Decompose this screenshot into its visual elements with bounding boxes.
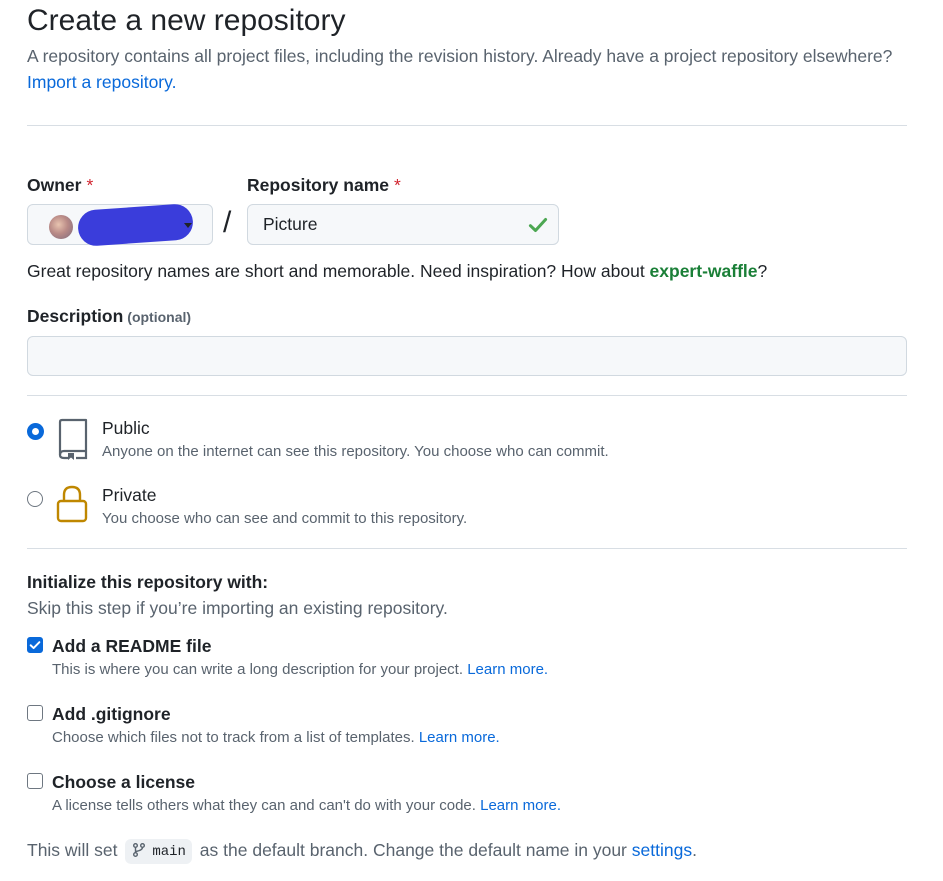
owner-select[interactable] xyxy=(27,203,213,247)
page-subtitle: A repository contains all project files,… xyxy=(27,46,893,66)
repo-icon xyxy=(58,418,88,460)
git-branch-icon xyxy=(133,843,146,857)
private-title[interactable]: Private xyxy=(102,485,156,506)
description-label: Description (optional) xyxy=(27,306,192,326)
readme-description: This is where you can write a long descr… xyxy=(52,661,549,678)
readme-checkbox[interactable] xyxy=(27,637,43,653)
repo-name-input[interactable] xyxy=(247,204,559,245)
name-hint: Great repository names are short and mem… xyxy=(27,261,768,281)
slash-separator: / xyxy=(223,206,232,239)
checkmark-icon xyxy=(29,641,41,650)
public-title[interactable]: Public xyxy=(102,418,150,439)
page-title: Create a new repository xyxy=(27,4,346,37)
repo-name-label: Repository name * xyxy=(247,175,401,195)
lock-icon xyxy=(56,485,88,523)
owner-label: Owner * xyxy=(27,175,94,195)
required-mark: * xyxy=(393,175,401,195)
license-description: A license tells others what they can and… xyxy=(52,797,561,814)
readme-learn-more-link[interactable]: Learn more. xyxy=(467,661,548,678)
initialize-subtitle: Skip this step if you’re importing an ex… xyxy=(27,598,448,618)
caret-down-icon xyxy=(184,223,192,228)
private-description: You choose who can see and commit to thi… xyxy=(102,510,468,527)
initialize-title: Initialize this repository with: xyxy=(27,572,269,592)
license-checkbox[interactable] xyxy=(27,773,43,789)
required-mark: * xyxy=(86,175,94,195)
gitignore-checkbox[interactable] xyxy=(27,705,43,721)
public-radio[interactable] xyxy=(28,424,43,439)
default-branch-note: This will set main as the default branch… xyxy=(27,839,697,864)
gitignore-learn-more-link[interactable]: Learn more. xyxy=(419,729,500,746)
settings-link[interactable]: settings xyxy=(632,840,692,860)
check-icon xyxy=(528,217,548,233)
name-suggestion[interactable]: expert-waffle xyxy=(650,261,758,281)
gitignore-label[interactable]: Add .gitignore xyxy=(52,704,171,725)
readme-label[interactable]: Add a README file xyxy=(52,636,211,657)
divider xyxy=(27,125,907,126)
divider xyxy=(27,548,907,549)
optional-label: (optional) xyxy=(127,309,192,325)
private-radio[interactable] xyxy=(27,491,43,507)
description-input[interactable] xyxy=(27,336,907,376)
redaction-scribble xyxy=(76,203,195,247)
divider xyxy=(27,395,907,396)
gitignore-description: Choose which files not to track from a l… xyxy=(52,729,500,746)
license-learn-more-link[interactable]: Learn more. xyxy=(480,797,561,814)
branch-badge: main xyxy=(125,839,192,864)
avatar xyxy=(49,215,73,239)
license-label[interactable]: Choose a license xyxy=(52,772,195,793)
public-description: Anyone on the internet can see this repo… xyxy=(102,443,609,460)
import-repository-link[interactable]: Import a repository. xyxy=(27,72,176,93)
